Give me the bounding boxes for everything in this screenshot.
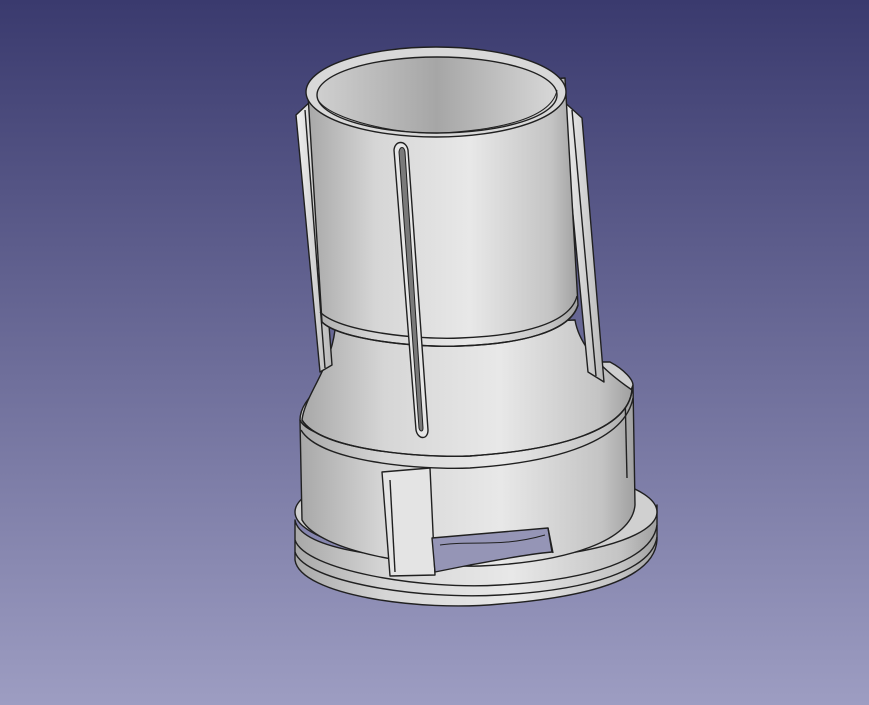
upper-tube[interactable] <box>305 46 579 347</box>
scene-canvas[interactable] <box>0 0 869 705</box>
3d-viewport[interactable] <box>0 0 869 705</box>
